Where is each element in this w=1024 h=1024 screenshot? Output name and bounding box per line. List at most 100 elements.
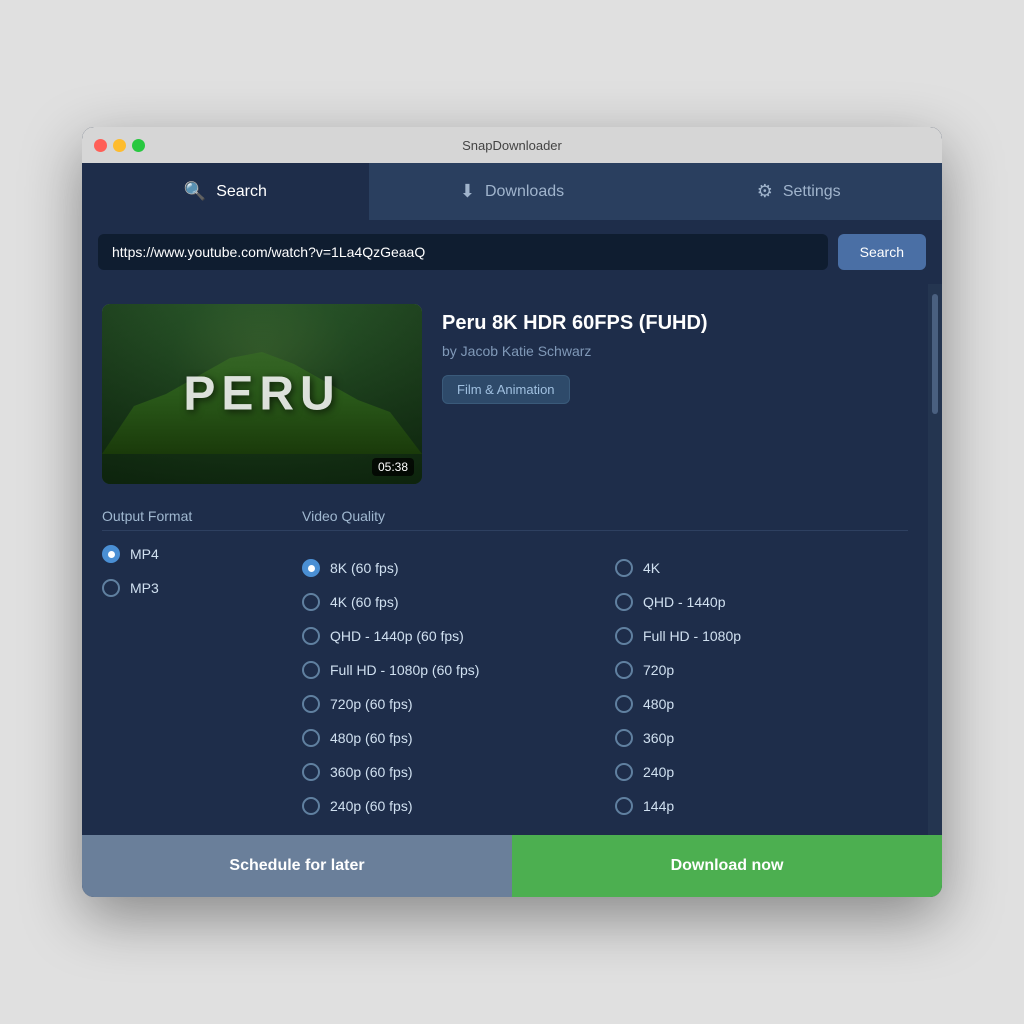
- quality-option-8k60[interactable]: 8K (60 fps): [302, 559, 595, 577]
- quality-fhd-label: Full HD - 1080p: [643, 628, 741, 644]
- main-content: PERU 05:38 Peru 8K HDR 60FPS (FUHD) by J…: [82, 284, 928, 835]
- search-icon: 🔍: [184, 181, 206, 202]
- format-option-mp3[interactable]: MP3: [102, 579, 302, 597]
- video-author: by Jacob Katie Schwarz: [442, 343, 908, 359]
- quality-option-480p60[interactable]: 480p (60 fps): [302, 729, 595, 747]
- quality-4k60-label: 4K (60 fps): [330, 594, 398, 610]
- quality-group-col1: 8K (60 fps) 4K (60 fps) QHD - 1440p (60 …: [302, 559, 595, 815]
- quality-option-144p[interactable]: 144p: [615, 797, 908, 815]
- radio-480p[interactable]: [615, 695, 633, 713]
- quality-720p-label: 720p: [643, 662, 674, 678]
- duration-badge: 05:38: [372, 458, 414, 476]
- close-button[interactable]: [94, 139, 107, 152]
- tab-settings-label: Settings: [783, 183, 841, 201]
- app-window: SnapDownloader 🔍 Search ⬇ Downloads ⚙ Se…: [82, 127, 942, 897]
- app-title: SnapDownloader: [462, 138, 562, 153]
- download-icon: ⬇: [460, 181, 475, 202]
- peru-text-overlay: PERU: [183, 367, 340, 422]
- radio-720p60[interactable]: [302, 695, 320, 713]
- radio-8k60[interactable]: [302, 559, 320, 577]
- scrollbar[interactable]: [928, 284, 942, 835]
- quality-option-360p[interactable]: 360p: [615, 729, 908, 747]
- radio-4k60[interactable]: [302, 593, 320, 611]
- quality-option-360p60[interactable]: 360p (60 fps): [302, 763, 595, 781]
- format-mp3-label: MP3: [130, 580, 159, 596]
- format-section: Output Format MP4 MP3: [102, 508, 302, 815]
- content-area: PERU 05:38 Peru 8K HDR 60FPS (FUHD) by J…: [82, 284, 928, 835]
- minimize-button[interactable]: [113, 139, 126, 152]
- quality-480p-label: 480p: [643, 696, 674, 712]
- quality-qhd-label: QHD - 1440p: [643, 594, 725, 610]
- download-now-button[interactable]: Download now: [512, 835, 942, 897]
- quality-8k60-label: 8K (60 fps): [330, 560, 398, 576]
- format-label: Output Format: [102, 508, 302, 531]
- video-category-badge: Film & Animation: [442, 375, 570, 404]
- quality-option-240p[interactable]: 240p: [615, 763, 908, 781]
- radio-240p[interactable]: [615, 763, 633, 781]
- scrollbar-thumb[interactable]: [932, 294, 938, 414]
- quality-group-col2: 4K QHD - 1440p Full HD - 1080p: [615, 559, 908, 815]
- radio-720p[interactable]: [615, 661, 633, 679]
- quality-option-480p[interactable]: 480p: [615, 695, 908, 713]
- quality-qhd60-label: QHD - 1440p (60 fps): [330, 628, 464, 644]
- quality-option-fhd[interactable]: Full HD - 1080p: [615, 627, 908, 645]
- quality-option-qhd60[interactable]: QHD - 1440p (60 fps): [302, 627, 595, 645]
- schedule-button[interactable]: Schedule for later: [82, 835, 512, 897]
- radio-qhd[interactable]: [615, 593, 633, 611]
- radio-4k[interactable]: [615, 559, 633, 577]
- maximize-button[interactable]: [132, 139, 145, 152]
- format-option-mp4[interactable]: MP4: [102, 545, 302, 563]
- radio-mp4[interactable]: [102, 545, 120, 563]
- quality-720p60-label: 720p (60 fps): [330, 696, 413, 712]
- radio-qhd60[interactable]: [302, 627, 320, 645]
- tab-search-label: Search: [216, 183, 267, 201]
- radio-mp3[interactable]: [102, 579, 120, 597]
- quality-option-qhd[interactable]: QHD - 1440p: [615, 593, 908, 611]
- quality-section: Video Quality 8K (60 fps): [302, 508, 908, 815]
- tab-settings[interactable]: ⚙ Settings: [655, 163, 942, 220]
- quality-col2: 4K QHD - 1440p Full HD - 1080p: [615, 545, 908, 815]
- search-button[interactable]: Search: [838, 234, 926, 270]
- url-input[interactable]: [98, 234, 828, 270]
- url-search-bar: Search: [82, 220, 942, 284]
- video-section: PERU 05:38 Peru 8K HDR 60FPS (FUHD) by J…: [102, 304, 908, 484]
- radio-480p60[interactable]: [302, 729, 320, 747]
- video-metadata: Peru 8K HDR 60FPS (FUHD) by Jacob Katie …: [442, 304, 908, 484]
- quality-option-fhd60[interactable]: Full HD - 1080p (60 fps): [302, 661, 595, 679]
- main-area: PERU 05:38 Peru 8K HDR 60FPS (FUHD) by J…: [82, 284, 942, 835]
- quality-grid: 8K (60 fps) 4K (60 fps) QHD - 1440p (60 …: [302, 545, 908, 815]
- quality-fhd60-label: Full HD - 1080p (60 fps): [330, 662, 479, 678]
- quality-option-720p60[interactable]: 720p (60 fps): [302, 695, 595, 713]
- radio-fhd60[interactable]: [302, 661, 320, 679]
- quality-option-720p[interactable]: 720p: [615, 661, 908, 679]
- quality-option-4k[interactable]: 4K: [615, 559, 908, 577]
- tab-search[interactable]: 🔍 Search: [82, 163, 369, 220]
- tab-downloads-label: Downloads: [485, 183, 564, 201]
- traffic-lights: [94, 139, 145, 152]
- quality-480p60-label: 480p (60 fps): [330, 730, 413, 746]
- bottom-bar: Schedule for later Download now: [82, 835, 942, 897]
- quality-col1: 8K (60 fps) 4K (60 fps) QHD - 1440p (60 …: [302, 545, 595, 815]
- quality-label: Video Quality: [302, 508, 908, 531]
- tab-downloads[interactable]: ⬇ Downloads: [369, 163, 656, 220]
- quality-144p-label: 144p: [643, 798, 674, 814]
- quality-option-240p60[interactable]: 240p (60 fps): [302, 797, 595, 815]
- radio-360p[interactable]: [615, 729, 633, 747]
- tabbar: 🔍 Search ⬇ Downloads ⚙ Settings: [82, 163, 942, 220]
- quality-360p60-label: 360p (60 fps): [330, 764, 413, 780]
- format-radio-group: MP4 MP3: [102, 545, 302, 597]
- thumbnail-bg: PERU: [102, 304, 422, 484]
- radio-360p60[interactable]: [302, 763, 320, 781]
- video-thumbnail: PERU 05:38: [102, 304, 422, 484]
- quality-240p60-label: 240p (60 fps): [330, 798, 413, 814]
- titlebar: SnapDownloader: [82, 127, 942, 163]
- options-section: Output Format MP4 MP3: [102, 508, 908, 835]
- quality-option-4k60[interactable]: 4K (60 fps): [302, 593, 595, 611]
- quality-4k-label: 4K: [643, 560, 660, 576]
- radio-240p60[interactable]: [302, 797, 320, 815]
- radio-144p[interactable]: [615, 797, 633, 815]
- quality-360p-label: 360p: [643, 730, 674, 746]
- quality-240p-label: 240p: [643, 764, 674, 780]
- gear-icon: ⚙: [757, 181, 773, 202]
- radio-fhd[interactable]: [615, 627, 633, 645]
